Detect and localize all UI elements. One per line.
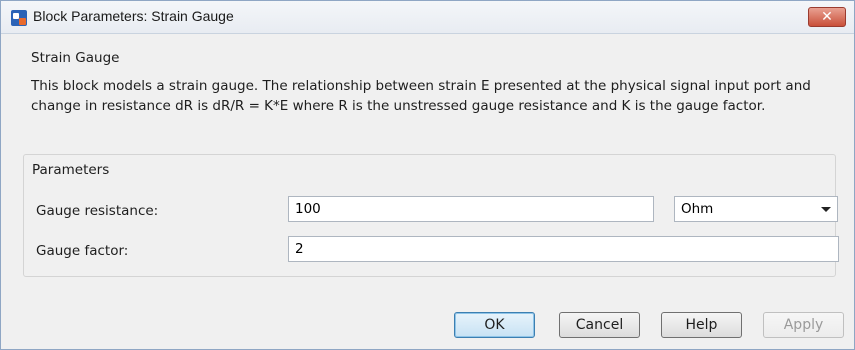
gauge-resistance-unit-select[interactable]: Ohm bbox=[674, 196, 838, 222]
description-group-title: Strain Gauge bbox=[31, 50, 120, 66]
help-button[interactable]: Help bbox=[661, 312, 742, 338]
chevron-down-icon bbox=[821, 207, 831, 212]
gauge-resistance-label: Gauge resistance: bbox=[36, 203, 159, 219]
gauge-resistance-unit-value: Ohm bbox=[681, 201, 714, 217]
dialog-window: Block Parameters: Strain Gauge ✕ Strain … bbox=[0, 0, 855, 350]
parameters-group: Parameters Gauge resistance: 100 Ohm Gau… bbox=[23, 154, 839, 277]
parameters-group-title: Parameters bbox=[32, 162, 110, 178]
ok-button[interactable]: OK bbox=[454, 312, 535, 338]
block-description: This block models a strain gauge. The re… bbox=[31, 78, 811, 114]
gauge-factor-label: Gauge factor: bbox=[36, 243, 129, 259]
description-group: Strain Gauge This block models a strain … bbox=[23, 43, 836, 146]
simulink-block-icon bbox=[11, 10, 27, 26]
gauge-factor-input[interactable]: 2 bbox=[288, 236, 839, 262]
close-button[interactable]: ✕ bbox=[808, 7, 846, 27]
close-icon: ✕ bbox=[821, 9, 833, 25]
window-title: Block Parameters: Strain Gauge bbox=[33, 8, 234, 24]
gauge-resistance-input[interactable]: 100 bbox=[288, 196, 654, 222]
cancel-button[interactable]: Cancel bbox=[559, 312, 640, 338]
apply-button: Apply bbox=[763, 312, 844, 338]
title-bar[interactable]: Block Parameters: Strain Gauge ✕ bbox=[1, 1, 854, 34]
